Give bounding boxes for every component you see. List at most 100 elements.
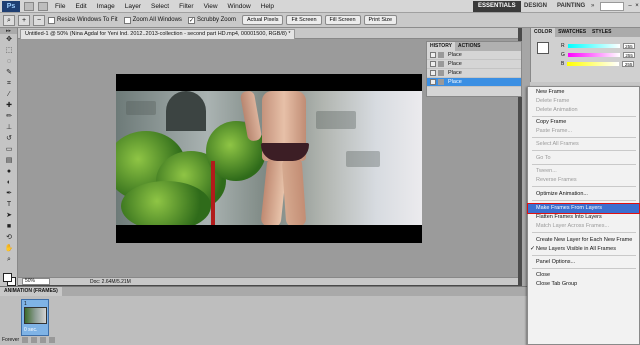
menu-item-delete-animation[interactable]: Delete Animation [528,106,639,115]
checkbox-box[interactable] [48,16,55,24]
menu-item-create-new-layer[interactable]: Create New Layer for Each New Frame [528,236,639,245]
menu-image[interactable]: Image [92,0,120,13]
blue-slider[interactable] [567,62,620,66]
search-input[interactable] [600,2,624,11]
workspace-design[interactable]: DESIGN [519,1,552,12]
bridge-icon[interactable] [24,1,34,11]
zoom-in-icon[interactable]: + [18,14,30,26]
menu-item-reverse-frames[interactable]: Reverse Frames [528,176,639,185]
history-row[interactable]: Place [427,51,521,60]
document-tab[interactable]: Untitled-1 @ 50% (Nina Agdal for Yeni In… [20,29,296,39]
close-icon[interactable]: × [633,2,640,10]
tab-animation-frames[interactable]: ANIMATION (FRAMES) [0,287,62,296]
menu-item-paste-frame[interactable]: Paste Frame... [528,127,639,136]
type-tool-icon[interactable]: T [3,200,15,210]
tab-color[interactable]: COLOR [531,28,556,37]
menu-item-close[interactable]: Close [528,271,639,280]
history-row-selected[interactable]: Place [427,78,521,87]
menu-filter[interactable]: Filter [174,0,198,13]
toolbar-grip[interactable]: ▸▸ [0,28,17,34]
menu-item-optimize-animation[interactable]: Optimize Animation... [528,190,639,199]
zoom-level-field[interactable]: 50% [22,278,50,285]
green-value[interactable]: 255 [622,52,635,58]
red-slider[interactable] [567,44,620,48]
menu-item-match-layer[interactable]: Match Layer Across Frames... [528,222,639,231]
foreground-color-swatch[interactable] [3,273,12,282]
zoom-tool-icon[interactable]: ⌕ [3,14,15,26]
green-channel[interactable]: G 255 [561,52,635,58]
eraser-tool-icon[interactable]: ▭ [3,145,15,155]
history-row[interactable]: Place [427,69,521,78]
zoom-all-checkbox[interactable]: Zoom All Windows [123,16,182,24]
menu-item-copy-frame[interactable]: Copy Frame [528,118,639,127]
menu-select[interactable]: Select [146,0,174,13]
animation-frame[interactable]: 1 0 sec. [21,299,49,336]
fill-screen-button[interactable]: Fill Screen [324,15,361,25]
green-slider[interactable] [567,53,620,57]
blue-value[interactable]: 255 [622,61,635,67]
menu-item-panel-options[interactable]: Panel Options... [528,258,639,267]
resize-windows-checkbox[interactable]: Resize Windows To Fit [48,16,118,24]
menu-edit[interactable]: Edit [70,0,91,13]
color-swatch[interactable] [537,42,549,54]
menu-item-select-all-frames[interactable]: Select All Frames [528,140,639,149]
history-brush-icon[interactable]: ↺ [3,134,15,144]
blur-tool-icon[interactable]: ● [3,167,15,177]
lasso-tool-icon[interactable]: ◌ [3,57,15,67]
marquee-tool-icon[interactable]: ⬚ [3,46,15,56]
menu-view[interactable]: View [199,0,223,13]
crop-tool-icon[interactable]: ⌗ [3,79,15,89]
menu-item-tween[interactable]: Tween... [528,167,639,176]
healing-tool-icon[interactable]: ✚ [3,101,15,111]
workspace-essentials[interactable]: ESSENTIALS [473,1,521,12]
blue-channel[interactable]: B 255 [561,61,635,67]
hand-tool-icon[interactable]: ✋ [3,244,15,254]
red-value[interactable]: 255 [622,43,635,49]
checkbox-box[interactable]: ✓ [187,16,195,24]
menu-item-go-to[interactable]: Go To [528,154,639,163]
mini-bridge-icon[interactable] [38,1,48,11]
snapshot-checkbox[interactable] [430,61,436,67]
menu-item-close-tab-group[interactable]: Close Tab Group [528,280,639,289]
menu-layer[interactable]: Layer [120,0,146,13]
scrubby-zoom-checkbox[interactable]: ✓ Scrubby Zoom [187,16,236,24]
snapshot-checkbox[interactable] [430,79,436,85]
tab-history[interactable]: HISTORY [427,42,455,51]
first-frame-icon[interactable] [22,337,29,343]
stamp-tool-icon[interactable]: ⊥ [3,123,15,133]
quick-select-tool-icon[interactable]: ✎ [3,68,15,78]
snapshot-checkbox[interactable] [430,52,436,58]
menu-file[interactable]: File [50,0,70,13]
workspace-more[interactable]: » [586,1,599,12]
play-icon[interactable] [40,337,47,343]
tab-swatches[interactable]: SWATCHES [555,28,589,37]
gradient-tool-icon[interactable]: ▤ [3,156,15,166]
menu-window[interactable]: Window [223,0,256,13]
dodge-tool-icon[interactable]: ◐ [3,178,15,188]
next-frame-icon[interactable] [49,337,56,343]
print-size-button[interactable]: Print Size [363,15,398,25]
shape-tool-icon[interactable]: ■ [3,222,15,232]
tab-styles[interactable]: STYLES [589,28,614,37]
document-canvas[interactable] [116,74,422,243]
document-size-info[interactable]: Doc: 2.64M/5.21M [90,279,131,285]
path-select-tool-icon[interactable]: ➤ [3,211,15,221]
menu-item-delete-frame[interactable]: Delete Frame [528,97,639,106]
actual-pixels-button[interactable]: Actual Pixels [241,15,284,25]
eyedropper-tool-icon[interactable]: ⁄ [3,90,15,100]
menu-help[interactable]: Help [256,0,279,13]
move-tool-icon[interactable]: ✥ [3,35,15,45]
zoom-tool-icon[interactable]: ⌕ [3,255,15,265]
fit-screen-button[interactable]: Fit Screen [286,15,322,25]
3d-rotate-tool-icon[interactable]: ⟲ [3,233,15,243]
brush-tool-icon[interactable]: ✏ [3,112,15,122]
workspace-painting[interactable]: PAINTING [552,1,590,12]
snapshot-checkbox[interactable] [430,70,436,76]
previous-frame-icon[interactable] [31,337,38,343]
menu-item-new-layers-visible[interactable]: ✓ New Layers Visible in All Frames [528,245,639,254]
frame-delay[interactable]: 0 sec. [24,327,37,333]
zoom-out-icon[interactable]: − [33,14,45,26]
tab-actions[interactable]: ACTIONS [455,42,484,51]
menu-item-make-frames-from-layers[interactable]: Make Frames From Layers [527,203,640,214]
loop-options[interactable]: Forever [2,337,19,343]
